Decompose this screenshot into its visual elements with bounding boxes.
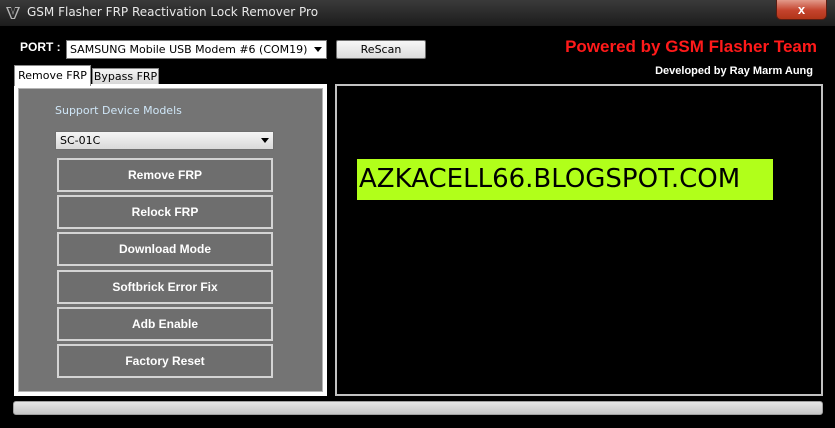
developer-credit: Developed by Ray Marm Aung — [655, 65, 813, 77]
support-models-label: Support Device Models — [55, 104, 182, 117]
chevron-down-icon — [314, 47, 322, 52]
title-bar: GSM Flasher FRP Reactivation Lock Remove… — [0, 0, 835, 26]
adb-enable-button[interactable]: Adb Enable — [57, 307, 273, 341]
port-label: PORT : — [20, 40, 61, 54]
model-select-value: SC-01C — [60, 134, 101, 147]
log-console — [335, 84, 823, 396]
download-mode-button[interactable]: Download Mode — [57, 232, 273, 266]
relock-frp-button[interactable]: Relock FRP — [57, 195, 273, 229]
port-select[interactable]: SAMSUNG Mobile USB Modem #6 (COM19) — [66, 40, 327, 59]
app-icon — [6, 7, 20, 19]
port-select-value: SAMSUNG Mobile USB Modem #6 (COM19) — [70, 43, 308, 56]
progress-bar — [13, 401, 823, 415]
blog-watermark: AZKACELL66.BLOGSPOT.COM — [357, 159, 773, 200]
powered-by-text: Powered by GSM Flasher Team — [565, 37, 817, 56]
window-title: GSM Flasher FRP Reactivation Lock Remove… — [27, 5, 319, 19]
remove-frp-button[interactable]: Remove FRP — [57, 158, 273, 192]
tab-remove-frp[interactable]: Remove FRP — [14, 65, 91, 86]
factory-reset-button[interactable]: Factory Reset — [57, 344, 273, 378]
close-icon: x — [797, 2, 806, 17]
softbrick-fix-button[interactable]: Softbrick Error Fix — [57, 270, 273, 304]
close-button[interactable]: x — [776, 0, 827, 20]
tab-bypass-frp[interactable]: Bypass FRP — [92, 68, 159, 85]
rescan-button[interactable]: ReScan — [336, 40, 426, 59]
chevron-down-icon — [261, 138, 269, 143]
model-select[interactable]: SC-01C — [55, 131, 274, 150]
